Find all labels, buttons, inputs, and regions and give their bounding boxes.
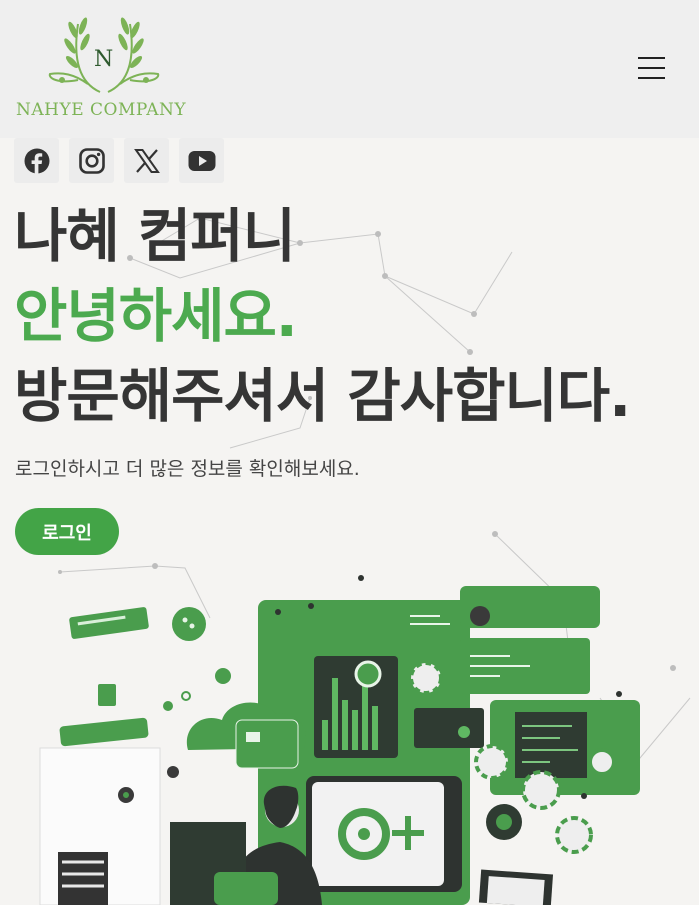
social-links — [14, 138, 224, 183]
login-button[interactable]: 로그인 — [15, 508, 119, 555]
company-logo[interactable]: N NAHYE COMPANY — [14, 14, 198, 126]
instagram-icon[interactable] — [69, 138, 114, 183]
tech-illustration — [39, 575, 640, 905]
logo-letter: N — [94, 47, 114, 72]
facebook-icon[interactable] — [14, 138, 59, 183]
hero-subtitle: 로그인하시고 더 많은 정보를 확인해보세요. — [15, 458, 360, 480]
hero-thanks: 방문해주셔서 감사합니다. — [14, 362, 631, 430]
youtube-icon[interactable] — [179, 138, 224, 183]
site-header: N NAHYE COMPANY — [0, 0, 699, 138]
logo-wordmark: NAHYE COMPANY — [16, 100, 187, 120]
x-icon[interactable] — [124, 138, 169, 183]
menu-hamburger-icon[interactable] — [632, 48, 672, 88]
hero-greeting: 안녕하세요. — [14, 282, 298, 350]
hero-title: 나혜 컴퍼니 — [14, 202, 296, 270]
